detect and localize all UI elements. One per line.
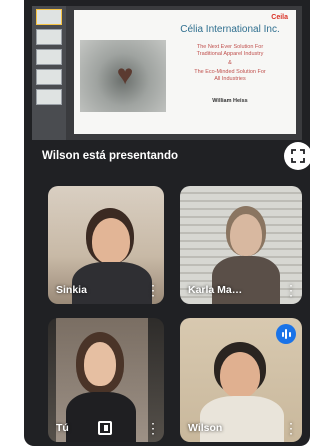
participant-tile[interactable]: Wilson ⋮ — [180, 318, 302, 442]
company-logo: Ceila — [271, 14, 288, 21]
meet-call-screen: ♥ Ceila Célia International Inc. The Nex… — [24, 0, 310, 446]
participant-body — [212, 256, 280, 304]
more-options-icon[interactable]: ⋮ — [284, 420, 298, 436]
slide-text-line: The Next Ever Solution For — [196, 44, 264, 50]
participant-body — [72, 262, 152, 304]
presenting-label: Wilson está presentando — [42, 150, 179, 162]
slide-thumbnail — [36, 69, 62, 85]
participant-name: Sinkia — [56, 284, 87, 296]
participant-body — [200, 396, 284, 442]
slide-thumbnail — [36, 29, 62, 45]
slide-thumbnail — [36, 49, 62, 65]
participant-face — [84, 342, 116, 386]
participant-face — [92, 218, 130, 264]
participant-tile[interactable]: Sinkia ⋮ — [48, 186, 164, 304]
more-options-icon[interactable]: ⋮ — [146, 420, 160, 436]
heart-icon: ♥ — [116, 59, 134, 90]
slide-text-line: All Industries — [214, 76, 246, 82]
more-options-icon[interactable]: ⋮ — [146, 282, 160, 298]
picture-in-picture-icon[interactable] — [98, 421, 112, 435]
participant-face — [230, 214, 262, 256]
participant-face — [220, 352, 260, 398]
current-slide: ♥ Ceila Célia International Inc. The Nex… — [74, 10, 296, 134]
slide-text-line: & — [228, 60, 232, 66]
participant-tile[interactable]: Karla Ma… ⋮ — [180, 186, 302, 304]
slide-text-line: Traditional Apparel Industry — [196, 51, 264, 57]
presentation-view[interactable]: ♥ Ceila Célia International Inc. The Nex… — [32, 6, 302, 140]
slide-thumbnail — [36, 89, 62, 105]
speaking-indicator-icon — [276, 324, 296, 344]
slide-photo: ♥ — [80, 40, 166, 112]
slide-text-line: The Eco-Minded Solution For — [194, 69, 266, 75]
fullscreen-button[interactable] — [284, 142, 310, 170]
slide-thumbnails-panel — [32, 6, 66, 140]
slide-presenter-name: William Heiss — [212, 98, 248, 104]
participant-name: Tú — [56, 422, 69, 434]
slide-thumbnail — [36, 9, 62, 25]
fullscreen-icon — [291, 149, 305, 163]
participant-name: Karla Ma… — [188, 284, 243, 296]
more-options-icon[interactable]: ⋮ — [284, 282, 298, 298]
participant-name: Wilson — [188, 422, 223, 434]
slide-title: Célia International Inc. — [180, 24, 280, 35]
participant-tile-self[interactable]: Tú ⋮ — [48, 318, 164, 442]
